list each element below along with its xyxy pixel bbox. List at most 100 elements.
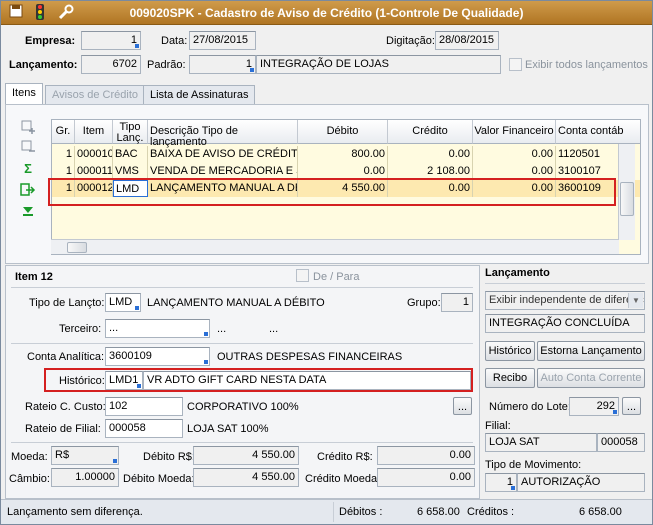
conta-analitica-desc: OUTRAS DESPESAS FINANCEIRAS bbox=[217, 351, 403, 363]
horizontal-scrollbar[interactable] bbox=[51, 239, 619, 254]
grupo-field[interactable]: 1 bbox=[441, 293, 473, 312]
credito-moeda-label: Crédito Moeda: bbox=[305, 473, 381, 485]
table-cell[interactable]: 0.00 bbox=[473, 146, 556, 163]
de-para-checkbox[interactable] bbox=[296, 269, 309, 282]
title-bar: 009020SPK - Cadastro de Aviso de Crédito… bbox=[1, 1, 652, 25]
rateio-cc-desc: CORPORATIVO 100% bbox=[187, 401, 299, 413]
rateio-cc-browse-button[interactable]: ... bbox=[453, 397, 472, 415]
tipo-lancto-field[interactable]: LMD bbox=[105, 293, 141, 312]
conta-separator bbox=[11, 343, 473, 344]
data-label: Data: bbox=[161, 35, 188, 47]
filial-code-field[interactable]: 000058 bbox=[597, 433, 645, 452]
credito-moeda-field[interactable]: 0.00 bbox=[377, 468, 475, 487]
rateio-filial-label: Rateio de Filial: bbox=[25, 423, 101, 435]
rateio-cc-label: Rateio C. Custo: bbox=[25, 401, 106, 413]
table-row[interactable]: 1 000010 BAC BAIXA DE AVISO DE CRÉDITO 800.0… bbox=[52, 146, 640, 163]
tipo-movimento-code-field[interactable]: 1 bbox=[485, 473, 517, 492]
creditos-total-value: 6 658.00 bbox=[579, 506, 622, 518]
valores-separator bbox=[11, 442, 473, 443]
rateio-filial-field[interactable]: 000058 bbox=[105, 419, 183, 438]
lancamento-panel-title: Lançamento bbox=[485, 267, 550, 279]
status-bar: Lançamento sem diferença. Débitos : 6 65… bbox=[1, 499, 652, 524]
terceiro-desc: ... bbox=[217, 323, 227, 335]
padrao-code-field[interactable]: 1 bbox=[189, 55, 256, 74]
historico-highlight bbox=[44, 368, 473, 392]
table-cell[interactable]: 000010 bbox=[75, 146, 113, 163]
table-cell[interactable]: BAIXA DE AVISO DE CRÉDITO bbox=[148, 146, 298, 163]
cambio-field[interactable]: 1.00000 bbox=[51, 468, 119, 487]
table-cell[interactable]: 1 bbox=[52, 146, 75, 163]
filial-desc-field: LOJA SAT bbox=[485, 433, 597, 452]
col-header-tipo[interactable]: Tipo Lanç. bbox=[113, 120, 148, 144]
col-header-credito[interactable]: Crédito bbox=[388, 120, 473, 144]
col-header-item[interactable]: Item bbox=[75, 120, 113, 144]
exibir-todos-label: Exibir todos lançamentos bbox=[525, 59, 648, 71]
vertical-scrollbar[interactable] bbox=[618, 144, 635, 240]
cambio-label: Câmbio: bbox=[9, 473, 50, 485]
numero-lote-browse-button[interactable]: ... bbox=[622, 397, 641, 415]
vertical-scroll-thumb[interactable] bbox=[620, 182, 634, 216]
exibir-dropdown[interactable]: Exibir independente de diferença ▼ bbox=[485, 291, 645, 310]
digitacao-field[interactable]: 28/08/2015 bbox=[435, 31, 499, 50]
item-separator bbox=[11, 287, 473, 288]
recibo-button[interactable]: Recibo bbox=[485, 368, 535, 388]
col-header-debito[interactable]: Débito bbox=[298, 120, 388, 144]
auto-conta-corrente-button[interactable]: Auto Conta Corrente bbox=[537, 368, 645, 388]
conta-analitica-field[interactable]: 3600109 bbox=[105, 347, 210, 366]
debito-rs-field[interactable]: 4 550.00 bbox=[193, 446, 299, 465]
lancamento-field[interactable]: 6702 bbox=[81, 55, 141, 74]
tab-itens[interactable]: Itens bbox=[5, 83, 43, 105]
col-header-gr[interactable]: Gr. bbox=[52, 120, 75, 144]
item-title: Item 12 bbox=[15, 271, 53, 283]
window-title: 009020SPK - Cadastro de Aviso de Crédito… bbox=[129, 6, 524, 20]
numero-lote-label: Número do Lote: bbox=[489, 401, 571, 413]
delete-row-icon[interactable] bbox=[19, 139, 37, 155]
digitacao-label: Digitação: bbox=[386, 35, 435, 47]
tipo-movimento-label: Tipo de Movimento: bbox=[485, 459, 582, 471]
conta-analitica-label: Conta Analítica: bbox=[27, 351, 105, 363]
insert-row-icon[interactable] bbox=[19, 119, 37, 135]
move-bottom-icon[interactable] bbox=[19, 204, 37, 220]
table-cell[interactable]: 0.00 bbox=[388, 146, 473, 163]
terceiro-field[interactable]: ... bbox=[105, 319, 210, 338]
tab-lista-assinaturas[interactable]: Lista de Assinaturas bbox=[143, 85, 256, 105]
terceiro-desc-ellipsis: ... bbox=[269, 323, 279, 335]
table-cell[interactable]: 800.00 bbox=[298, 146, 388, 163]
col-header-valor-financeiro[interactable]: Valor Financeiro bbox=[473, 120, 556, 144]
grupo-label: Grupo: bbox=[407, 297, 441, 309]
tipo-movimento-desc-field: AUTORIZAÇÃO bbox=[517, 473, 645, 492]
exibir-todos-checkbox[interactable] bbox=[509, 58, 522, 71]
historico-button[interactable]: Histórico bbox=[485, 341, 535, 361]
credito-rs-label: Crédito R$: bbox=[317, 451, 373, 463]
empresa-field[interactable]: 1 bbox=[81, 31, 141, 50]
col-header-descricao[interactable]: Descrição Tipo de lançamento bbox=[148, 120, 298, 148]
rateio-cc-field[interactable]: 102 bbox=[105, 397, 183, 416]
lancamento-status-field: INTEGRAÇÃO CONCLUÍDA bbox=[485, 314, 645, 333]
credito-rs-field[interactable]: 0.00 bbox=[377, 446, 475, 465]
estorna-lancamento-button[interactable]: Estorna Lançamento bbox=[537, 341, 645, 361]
terceiro-label: Terceiro: bbox=[59, 323, 102, 335]
debitos-total-value: 6 658.00 bbox=[417, 506, 460, 518]
tab-avisos-credito[interactable]: Avisos de Crédito bbox=[45, 85, 146, 105]
moeda-field[interactable]: R$ bbox=[51, 446, 119, 465]
debitos-total-label: Débitos : bbox=[339, 506, 383, 518]
sum-icon[interactable]: Σ bbox=[19, 161, 37, 177]
table-cell[interactable]: BAC bbox=[113, 146, 148, 163]
export-icon[interactable] bbox=[19, 182, 37, 198]
de-para-label: De / Para bbox=[313, 271, 360, 283]
status-divider bbox=[333, 502, 334, 522]
numero-lote-field[interactable]: 292 bbox=[569, 397, 619, 416]
empresa-label: Empresa: bbox=[25, 35, 76, 47]
debito-rs-label: Débito R$: bbox=[143, 451, 195, 463]
lancamento-label: Lançamento: bbox=[9, 59, 78, 71]
data-field[interactable]: 27/08/2015 bbox=[189, 31, 256, 50]
rateio-filial-desc: LOJA SAT 100% bbox=[187, 423, 269, 435]
creditos-total-label: Créditos : bbox=[467, 506, 515, 518]
moeda-label: Moeda: bbox=[11, 451, 48, 463]
padrao-desc-field: INTEGRAÇÃO DE LOJAS bbox=[256, 55, 501, 74]
horizontal-scroll-thumb[interactable] bbox=[67, 242, 87, 253]
col-header-conta-contabil[interactable]: Conta contáb bbox=[556, 120, 640, 144]
debito-moeda-field[interactable]: 4 550.00 bbox=[193, 468, 299, 487]
status-message: Lançamento sem diferença. bbox=[7, 506, 143, 518]
debito-moeda-label: Débito Moeda: bbox=[123, 473, 195, 485]
